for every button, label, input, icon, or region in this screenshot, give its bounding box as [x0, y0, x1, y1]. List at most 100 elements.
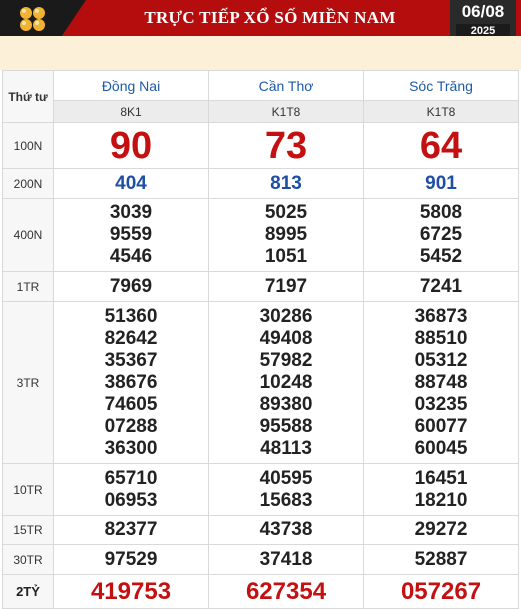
prize-row: 10TR 65710 06953 40595 15683 16451 18210: [2, 463, 519, 516]
prize-cell: 52887: [363, 544, 519, 575]
winning-number: 65710: [104, 467, 158, 489]
cream-band: [0, 36, 521, 70]
province-row: Thứ tư Đồng Nai Cần Thơ Sóc Trăng: [2, 70, 519, 123]
winning-number: 36300: [104, 437, 158, 459]
page-title: TRỰC TIẾP XỔ SỐ MIỀN NAM: [144, 8, 396, 27]
ticket-code: K1T8: [208, 100, 364, 123]
winning-number: 5452: [419, 246, 463, 267]
prize-cell: 5025 8995 1051: [208, 198, 364, 272]
prize-cell: 65710 06953: [53, 463, 209, 516]
winning-number: 6725: [419, 224, 463, 245]
winning-number: 05312: [414, 349, 468, 371]
prize-row: 200N 404 813 901: [2, 168, 519, 199]
winning-number: 60077: [414, 415, 468, 437]
prize-row: 400N 3039 9559 4546 5025 8995 1051 5808 6725 5452: [2, 198, 519, 272]
winning-number: 97529: [104, 548, 158, 570]
prize-row: 100N 90 73 64: [2, 122, 519, 169]
winning-number: 18210: [414, 489, 468, 511]
prize-cell: 82377: [53, 515, 209, 545]
prize-row: 15TR 82377 43738 29272: [2, 515, 519, 545]
winning-number: 813: [270, 172, 302, 194]
winning-number: 057267: [400, 577, 482, 605]
prize-cell: 43738: [208, 515, 364, 545]
winning-number: 36873: [414, 305, 468, 327]
winning-number: 51360: [104, 305, 158, 327]
winning-number: 38676: [104, 371, 158, 393]
date-day-month: 06/08: [461, 2, 505, 21]
lottery-balls-icon: [20, 7, 45, 31]
prize-cell: 16451 18210: [363, 463, 519, 516]
prize-cell: 5808 6725 5452: [363, 198, 519, 272]
prize-label: 3TR: [2, 301, 54, 464]
winning-number: 48113: [260, 437, 312, 459]
winning-number: 627354: [245, 577, 327, 605]
winning-number: 901: [425, 172, 457, 194]
winning-number: 30286: [259, 305, 313, 327]
prize-cell: 7197: [208, 271, 364, 302]
prize-cell: 7969: [53, 271, 209, 302]
winning-number: 10248: [259, 371, 313, 393]
winning-number: 419753: [90, 577, 172, 605]
prize-label: 15TR: [2, 515, 54, 545]
winning-number: 16451: [414, 467, 468, 489]
header-bar: TRỰC TIẾP XỔ SỐ MIỀN NAM 06/08 2025: [0, 0, 521, 40]
winning-number: 8995: [264, 224, 308, 245]
prize-cell: 36873 88510 05312 88748 03235 60077 60045: [363, 301, 519, 464]
prize-label: 2TỶ: [2, 574, 54, 609]
prize-cell: 37418: [208, 544, 364, 575]
winning-number: 3039: [109, 202, 153, 223]
prize-cell: 40595 15683: [208, 463, 364, 516]
prize-label: 10TR: [2, 463, 54, 516]
prize-cell: 813: [208, 168, 364, 199]
winning-number: 52887: [414, 548, 468, 570]
winning-number: 06953: [104, 489, 158, 511]
ticket-code: 8K1: [53, 100, 209, 123]
winning-number: 9559: [109, 224, 153, 245]
winning-number: 40595: [259, 467, 313, 489]
winning-number: 89380: [259, 393, 313, 415]
weekday-label: Thứ tư: [2, 70, 54, 123]
winning-number: 7969: [109, 275, 153, 297]
winning-number: 82642: [104, 327, 158, 349]
prize-row: 1TR 7969 7197 7241: [2, 271, 519, 302]
prize-cell: 64: [363, 122, 519, 169]
province-name[interactable]: Sóc Trăng: [363, 70, 519, 101]
prize-label: 100N: [2, 122, 54, 169]
lottery-results-page: TRỰC TIẾP XỔ SỐ MIỀN NAM 06/08 2025 Thứ …: [0, 0, 521, 609]
prize-row: 3TR 51360 82642 35367 38676 74605 07288 36300 30…: [2, 301, 519, 464]
prize-cell: 057267: [363, 574, 519, 609]
ticket-code: K1T8: [363, 100, 519, 123]
winning-number: 07288: [104, 415, 158, 437]
winning-number: 35367: [104, 349, 158, 371]
winning-number: 57982: [259, 349, 313, 371]
winning-number: 5025: [264, 202, 308, 223]
winning-number: 49408: [259, 327, 313, 349]
prize-label: 1TR: [2, 271, 54, 302]
prize-cell: 90: [53, 122, 209, 169]
province-name[interactable]: Đồng Nai: [53, 70, 209, 101]
prize-cell: 29272: [363, 515, 519, 545]
winning-number: 88748: [414, 371, 468, 393]
prize-label: 200N: [2, 168, 54, 199]
date-badge: 06/08 2025: [450, 0, 516, 40]
winning-number: 7241: [419, 275, 463, 297]
winning-number: 37418: [259, 548, 313, 570]
prize-label: 30TR: [2, 544, 54, 575]
winning-number: 404: [115, 172, 147, 194]
prize-cell: 7241: [363, 271, 519, 302]
winning-number: 15683: [259, 489, 313, 511]
province-name[interactable]: Cần Thơ: [208, 70, 364, 101]
winning-number: 60045: [414, 437, 468, 459]
prize-cell: 419753: [53, 574, 209, 609]
winning-number: 88510: [414, 327, 468, 349]
results-table: Thứ tư Đồng Nai Cần Thơ Sóc Trăng 8K1 K1…: [2, 70, 519, 609]
winning-number: 4546: [109, 246, 153, 267]
ticket-code-row: 8K1 K1T8 K1T8: [3, 100, 519, 123]
prize-cell: 51360 82642 35367 38676 74605 07288 36300: [53, 301, 209, 464]
winning-number: 82377: [104, 519, 158, 540]
winning-number: 95588: [259, 415, 313, 437]
prize-cell: 30286 49408 57982 10248 89380 95588 48113: [208, 301, 364, 464]
prize-cell: 627354: [208, 574, 364, 609]
winning-number: 73: [264, 124, 308, 167]
prize-cell: 404: [53, 168, 209, 199]
